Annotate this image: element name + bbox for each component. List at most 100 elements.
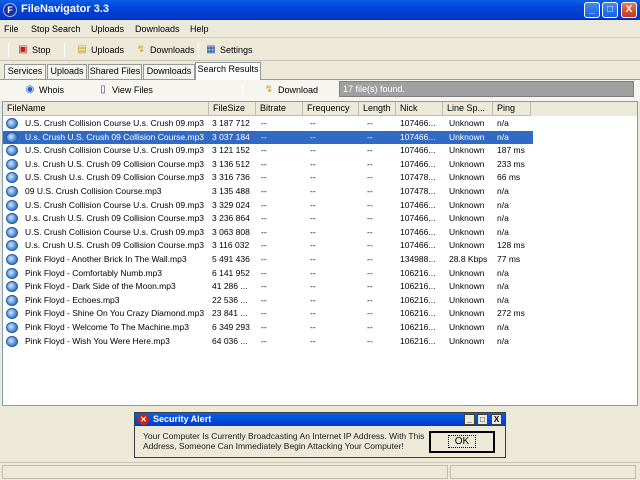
menu-help[interactable]: Help xyxy=(190,24,209,34)
table-row[interactable]: U.S. Crush Collision Course U.s. Crush 0… xyxy=(3,199,533,213)
cell-file: Pink Floyd - Echoes.mp3 xyxy=(25,294,120,305)
cell-ping: n/a xyxy=(497,213,509,224)
cell-nick: 107466... xyxy=(400,226,436,237)
column-header-bitrate[interactable]: Bitrate xyxy=(256,102,303,116)
alert-minimize-button[interactable]: _ xyxy=(464,414,475,425)
column-header-line-speed[interactable]: Line Sp... xyxy=(443,102,493,116)
menu-file[interactable]: File xyxy=(4,24,19,34)
column-header-filename[interactable]: FileName xyxy=(3,102,209,116)
cell-bitrate: -- xyxy=(261,322,267,332)
cell-ping: n/a xyxy=(497,186,509,196)
table-row[interactable]: U.s. Crush U.S. Crush 09 Collision Cours… xyxy=(3,130,533,145)
tab-downloads[interactable]: Downloads xyxy=(143,64,195,79)
file-icon xyxy=(6,158,18,170)
ok-button[interactable]: OK xyxy=(429,431,495,453)
table-row[interactable]: U.S. Crush Collision Course U.s. Crush 0… xyxy=(3,117,533,131)
maximize-button[interactable]: □ xyxy=(602,2,618,18)
cell-size: 5 491 436 xyxy=(212,254,250,264)
cell-size: 23 841 ... xyxy=(212,308,248,319)
cell-freq: -- xyxy=(310,335,316,346)
cell-nick: 107466... xyxy=(400,145,436,156)
settings-button[interactable]: ▦ Settings xyxy=(205,42,253,58)
tab-search-results[interactable]: Search Results xyxy=(195,62,261,80)
column-header-ping[interactable]: Ping xyxy=(493,102,531,116)
table-row[interactable]: Pink Floyd - Shine On You Crazy Diamond.… xyxy=(3,307,533,321)
cell-bitrate: -- xyxy=(261,145,267,156)
whois-button[interactable]: ◉ Whois xyxy=(24,82,64,98)
table-row[interactable]: Pink Floyd - Another Brick In The Wall.m… xyxy=(3,253,533,267)
cell-freq: -- xyxy=(310,294,316,305)
table-row[interactable]: Pink Floyd - Dark Side of the Moon.mp3 41… xyxy=(3,280,533,294)
cell-bitrate: -- xyxy=(261,131,267,142)
alert-title-text: Security Alert xyxy=(153,414,212,424)
cell-ping: n/a xyxy=(497,226,509,237)
app-icon: F xyxy=(3,3,17,17)
cell-line: Unknown xyxy=(449,213,485,224)
file-icon xyxy=(6,322,18,333)
cell-line: Unknown xyxy=(449,267,485,278)
column-header-filesize[interactable]: FileSize xyxy=(209,102,256,116)
cell-nick: 106216... xyxy=(400,294,436,305)
title-bar[interactable]: F FileNavigator 3.3 _ □ X xyxy=(0,0,640,20)
cell-line: Unknown xyxy=(449,145,485,156)
table-row[interactable]: U.S. Crush Collision Course U.s. Crush 0… xyxy=(3,144,533,158)
cell-bitrate: -- xyxy=(261,294,267,305)
alert-title[interactable]: ✕ Security Alert _ □ X xyxy=(135,413,505,426)
settings-label: Settings xyxy=(220,45,253,55)
cell-nick: 107466... xyxy=(400,199,436,210)
cell-size: 6 349 293 xyxy=(212,322,250,332)
file-icon xyxy=(6,199,18,211)
table-row[interactable]: Pink Floyd - Echoes.mp3 22 536 ... -- -- -- 1… xyxy=(3,294,533,308)
alert-close-button[interactable]: X xyxy=(491,414,502,425)
cell-ping: n/a xyxy=(497,131,509,142)
cell-size: 3 063 808 xyxy=(212,226,250,237)
cell-file: U.S. Crush Collision Course U.s. Crush 0… xyxy=(25,226,205,237)
downloads-button[interactable]: ↯ Downloads xyxy=(135,42,195,58)
file-icon xyxy=(6,145,18,157)
table-row[interactable]: Pink Floyd - Comfortably Numb.mp3 6 141 9… xyxy=(3,267,533,281)
cell-length: -- xyxy=(367,199,373,210)
table-row[interactable]: Pink Floyd - Wish You Were Here.mp3 64 03… xyxy=(3,335,533,349)
table-row[interactable]: U.s. Crush U.S. Crush 09 Collision Cours… xyxy=(3,239,533,253)
cell-bitrate: -- xyxy=(261,226,267,237)
cell-ping: 272 ms xyxy=(497,308,525,319)
cell-freq: -- xyxy=(310,131,316,142)
file-icon xyxy=(6,294,18,306)
close-button[interactable]: X xyxy=(621,2,637,18)
cell-length: -- xyxy=(367,267,373,278)
cell-length: -- xyxy=(367,335,373,346)
status-bar xyxy=(0,462,640,480)
cell-freq: -- xyxy=(310,308,316,319)
cell-bitrate: -- xyxy=(261,213,267,224)
table-row[interactable]: U.s. Crush U.S. Crush 09 Collision Cours… xyxy=(3,158,533,172)
column-header-frequency[interactable]: Frequency xyxy=(303,102,359,116)
table-row[interactable]: U.S. Crush Collision Course U.s. Crush 0… xyxy=(3,226,533,240)
uploads-button[interactable]: ▤ Uploads xyxy=(76,42,124,58)
table-row[interactable]: U.S. Crush U.s. Crush 09 Collision Cours… xyxy=(3,171,533,185)
table-row[interactable]: Pink Floyd - Welcome To The Machine.mp3 6… xyxy=(3,321,533,335)
menu-stop-search[interactable]: Stop Search xyxy=(31,24,81,34)
alert-maximize-button[interactable]: □ xyxy=(477,414,488,425)
cell-freq: -- xyxy=(310,240,316,251)
table-row[interactable]: 09 U.S. Crush Collision Course.mp3 3 135 … xyxy=(3,185,533,199)
menu-downloads[interactable]: Downloads xyxy=(135,24,180,34)
cell-ping: n/a xyxy=(497,267,509,278)
menu-uploads[interactable]: Uploads xyxy=(91,24,124,34)
tab-uploads[interactable]: Uploads xyxy=(47,64,87,79)
column-header-length[interactable]: Length xyxy=(359,102,396,116)
download-button[interactable]: ↯ Download xyxy=(263,82,318,98)
column-header-nick[interactable]: Nick xyxy=(396,102,443,116)
cell-line: Unknown xyxy=(449,199,485,210)
cell-size: 3 116 032 xyxy=(212,240,250,251)
status-panel xyxy=(450,465,636,479)
search-results-table[interactable]: FileName FileSize Bitrate Frequency Leng… xyxy=(2,101,638,406)
view-files-button[interactable]: ▯ View Files xyxy=(97,82,153,98)
cell-nick: 107478... xyxy=(400,186,436,196)
tab-shared-files[interactable]: Shared Files xyxy=(88,64,142,79)
cell-length: -- xyxy=(367,131,373,142)
table-row[interactable]: U.s. Crush U.S. Crush 09 Collision Cours… xyxy=(3,212,533,226)
tab-services[interactable]: Services xyxy=(4,64,46,79)
minimize-button[interactable]: _ xyxy=(584,2,600,18)
cell-line: Unknown xyxy=(449,226,485,237)
stop-button[interactable]: ▣ Stop xyxy=(17,42,50,58)
